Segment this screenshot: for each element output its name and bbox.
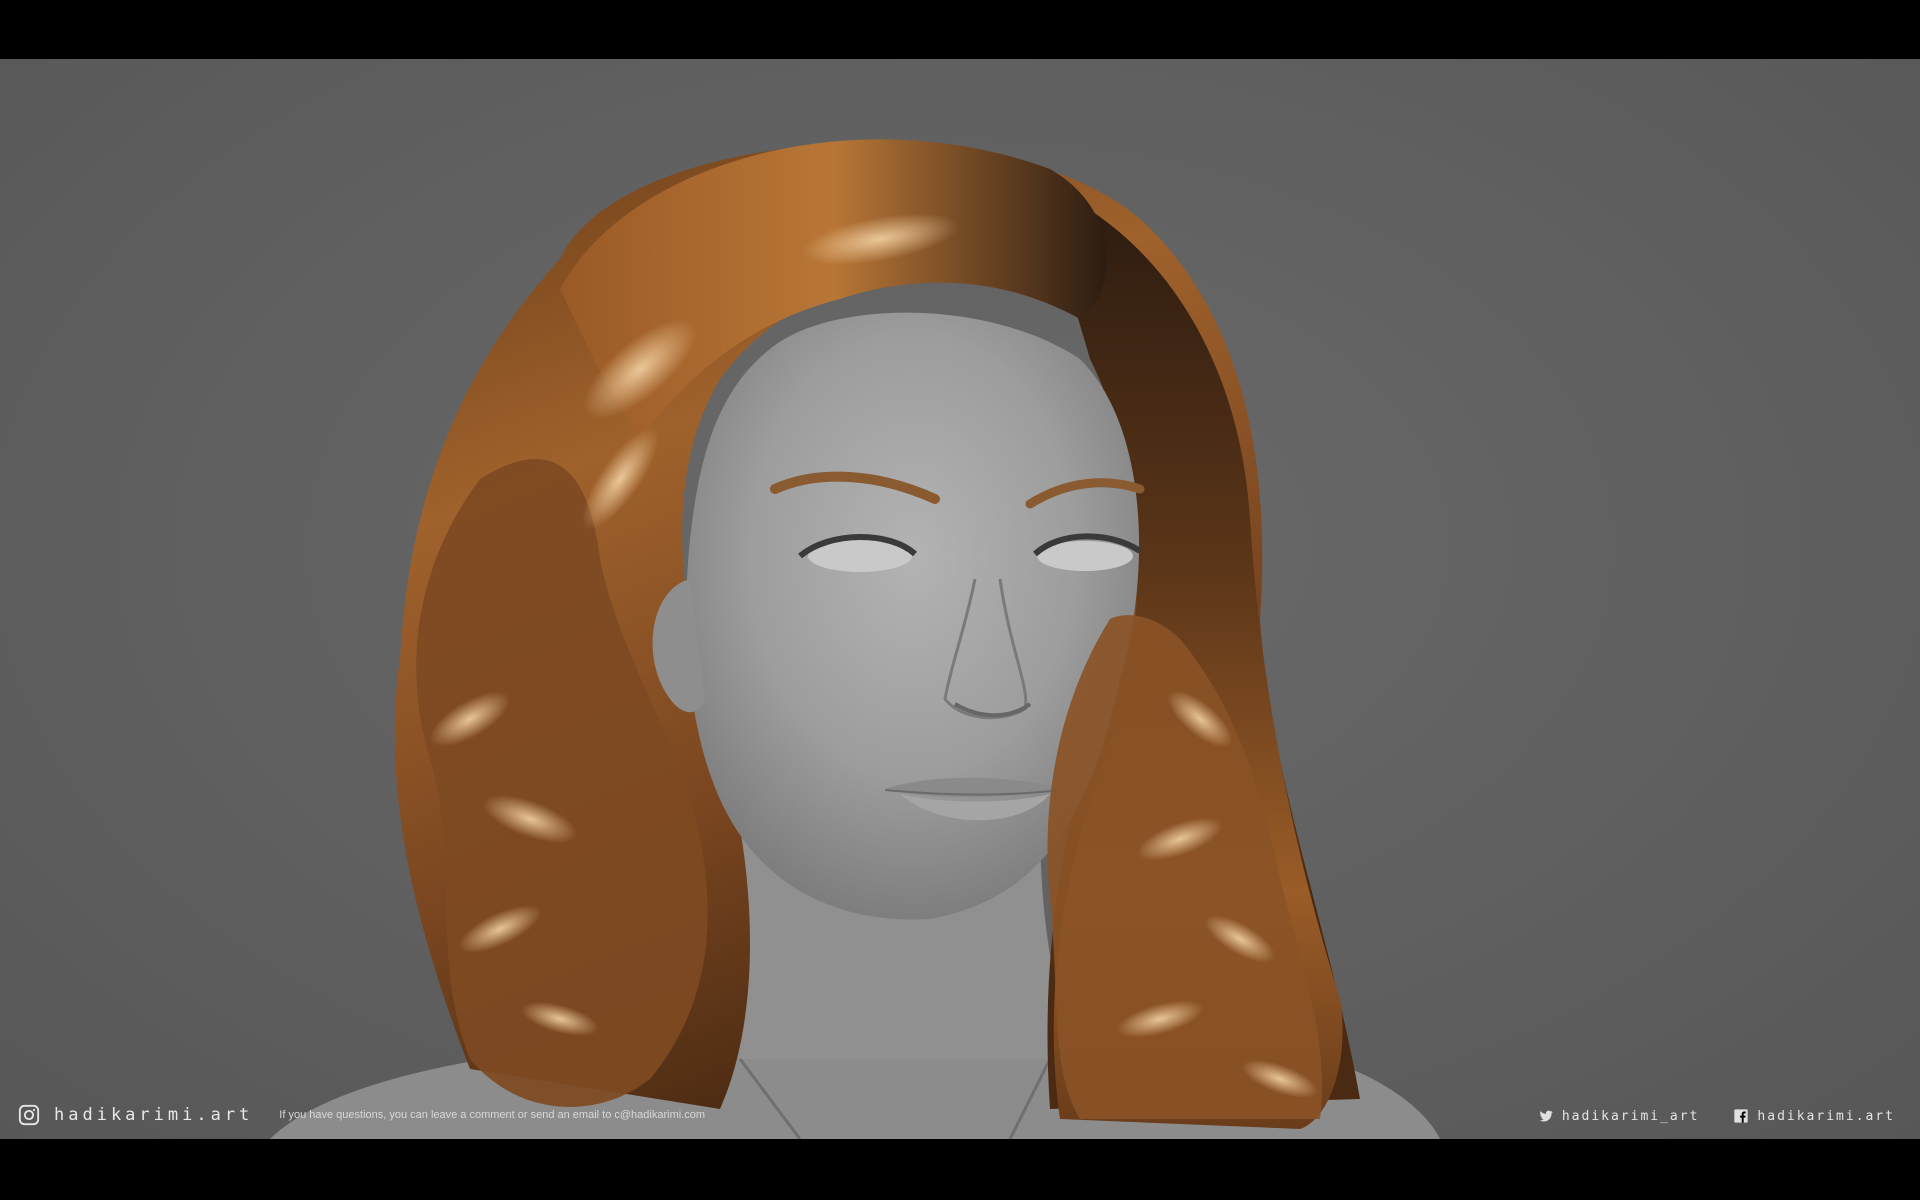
facebook-icon: [1734, 1109, 1749, 1123]
facebook-link[interactable]: hadikarimi.art: [1733, 1108, 1895, 1124]
instagram-handle[interactable]: hadikarimi.art: [54, 1105, 253, 1125]
render-image: [270, 139, 1440, 1139]
facebook-handle: hadikarimi.art: [1757, 1108, 1895, 1124]
letterbox-top: [0, 0, 1920, 59]
instagram-icon[interactable]: [18, 1104, 40, 1126]
twitter-handle: hadikarimi_art: [1561, 1108, 1700, 1124]
twitter-link[interactable]: hadikarimi_art: [1538, 1108, 1700, 1124]
contact-note: If you have questions, you can leave a c…: [279, 1109, 706, 1121]
twitter-icon: [1539, 1110, 1553, 1122]
footer-right: hadikarimi_art hadikarimi.art: [1504, 1103, 1895, 1129]
footer-left: hadikarimi.art If you have questions, yo…: [18, 1100, 705, 1130]
letterbox-bottom: [0, 1139, 1920, 1200]
render-viewport: [0, 59, 1920, 1139]
